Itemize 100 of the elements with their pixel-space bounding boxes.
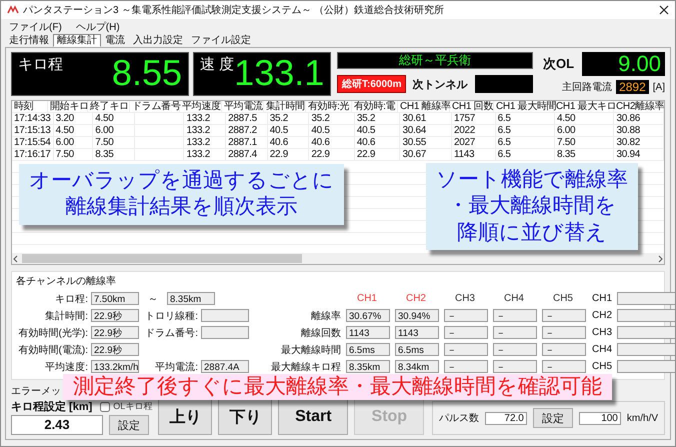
start-button[interactable]: Start bbox=[278, 399, 348, 435]
table-cell: 35.2 bbox=[268, 113, 310, 124]
table-cell: 1143 bbox=[452, 149, 496, 160]
table-cell: 30.64 bbox=[400, 125, 452, 136]
table-cell: 30.67 bbox=[400, 149, 452, 160]
channel-header: CH5 bbox=[552, 293, 574, 304]
kilo-display: キロ程 8.55 bbox=[11, 52, 189, 96]
callout-note: 測定終了後すぐに最大離線率・最大離線時間を確認可能 bbox=[63, 374, 612, 400]
table-cell: 6.5 bbox=[496, 137, 556, 148]
value-field: 8.35km bbox=[346, 360, 390, 373]
tunnel-alert: 総研T:6000m bbox=[337, 75, 406, 93]
channel-label: CH2 bbox=[592, 310, 614, 321]
close-icon[interactable] bbox=[659, 5, 669, 15]
value-field: － bbox=[444, 309, 488, 322]
table-cell: 6.5 bbox=[496, 149, 556, 160]
table-cell: 40.6 bbox=[309, 137, 355, 148]
horizontal-scrollbar[interactable] bbox=[12, 253, 664, 264]
table-cell: 35.2 bbox=[354, 113, 400, 124]
column-header[interactable]: 集計時間 bbox=[264, 101, 306, 112]
column-header[interactable]: CH1 回数 bbox=[450, 101, 494, 112]
table-cell: 30.94 bbox=[614, 149, 664, 160]
table-cell: 133.2 bbox=[184, 149, 226, 160]
table-cell: 133.2 bbox=[184, 113, 226, 124]
value-field: 1143 bbox=[395, 326, 439, 339]
range-separator: ～ bbox=[147, 292, 159, 306]
value-field: 6.5ms bbox=[346, 343, 390, 356]
field-label: ドラム番号: bbox=[144, 326, 198, 340]
value-field: 30.94% bbox=[395, 309, 439, 322]
menu-item[interactable]: ヘルプ(H) bbox=[76, 20, 120, 34]
table-cell: 30.82 bbox=[614, 137, 664, 148]
table-cell: 2887.1 bbox=[226, 137, 268, 148]
channel-header: CH1 bbox=[356, 293, 378, 304]
value-field: － bbox=[493, 309, 537, 322]
value-field: 7.50km bbox=[91, 292, 139, 305]
value-field bbox=[201, 309, 249, 322]
field-label: 平均電流: bbox=[154, 360, 198, 374]
table-cell: 8.35 bbox=[555, 149, 614, 160]
field-label: 有効時間(光学): bbox=[18, 326, 88, 340]
field-label: 集計時間: bbox=[44, 310, 88, 322]
speed-factor-field[interactable]: 100 bbox=[578, 412, 621, 424]
column-header[interactable]: CH1 最大時間 bbox=[494, 101, 554, 112]
table-cell: 6.00 bbox=[54, 137, 94, 148]
column-header[interactable]: 有効時:光 bbox=[306, 101, 352, 112]
table-cell: 6.00 bbox=[555, 125, 614, 136]
set-button[interactable]: 設定 bbox=[109, 415, 149, 435]
table-cell: 17:15:54 bbox=[12, 137, 54, 148]
metric-label: 最大離線キロ程 bbox=[270, 360, 341, 374]
channel-header: CH2 bbox=[404, 293, 427, 304]
table-cell: 40.5 bbox=[309, 125, 355, 136]
table-cell: 7.50 bbox=[54, 149, 94, 160]
table-cell: 7.50 bbox=[93, 137, 135, 148]
value-field: 2887.4A bbox=[201, 360, 249, 373]
value-field: － bbox=[444, 343, 488, 356]
column-header[interactable]: ドラム番号 bbox=[130, 101, 180, 112]
table-cell: 22.9 bbox=[268, 149, 310, 160]
table-cell: 133.2 bbox=[184, 137, 226, 148]
channel-header: CH3 bbox=[454, 293, 476, 304]
table-cell: 30.88 bbox=[614, 125, 664, 136]
value-field: － bbox=[493, 326, 537, 339]
metric-label: 離線回数 bbox=[300, 326, 341, 340]
value-field: － bbox=[542, 343, 586, 356]
table-cell: 4.50 bbox=[54, 125, 94, 136]
next-ol-label: 次OL bbox=[543, 55, 574, 73]
value-field: 30.67% bbox=[346, 309, 390, 322]
direction-button[interactable]: 下り bbox=[218, 399, 272, 435]
pulse-label: パルス数 bbox=[438, 412, 479, 425]
value-field: 1143 bbox=[346, 326, 390, 339]
column-header[interactable]: 開始キロ bbox=[48, 101, 88, 112]
value-field: 8.35km bbox=[167, 292, 215, 305]
channel-label: CH3 bbox=[592, 327, 614, 338]
value-field: － bbox=[444, 326, 488, 339]
value-field: 22.9秒 bbox=[91, 309, 139, 322]
pulse-input-field[interactable]: 72.0 bbox=[484, 412, 527, 424]
field-label: トロリ線種: bbox=[144, 310, 198, 322]
table-cell: 35.2 bbox=[309, 113, 355, 124]
value-field: － bbox=[444, 360, 488, 373]
menu-item[interactable]: ファイル(F) bbox=[9, 20, 62, 34]
table-cell: 40.5 bbox=[354, 125, 400, 136]
column-header[interactable]: 有効時:電 bbox=[352, 101, 398, 112]
table-cell: 2887.4 bbox=[226, 149, 268, 160]
table-cell: 4.50 bbox=[555, 113, 614, 124]
table-cell: 133.2 bbox=[184, 125, 226, 136]
kilo-input-field[interactable]: 2.43 bbox=[11, 415, 103, 435]
table-cell: 17:16:17 bbox=[12, 149, 54, 160]
callout-note: オーバラップを通過するごとに 離線集計結果を順次表示 bbox=[19, 164, 344, 224]
field-label: 平均速度: bbox=[44, 360, 88, 374]
value-field: 6.5ms bbox=[395, 343, 439, 356]
callout-note: ソート機能で離線率 ・最大離線時間を 降順に並び替え bbox=[426, 163, 638, 250]
unit-label: km/h/V bbox=[626, 412, 658, 424]
next-tunnel-label: 次トンネル bbox=[412, 78, 468, 92]
table-cell: 17:15:13 bbox=[12, 125, 54, 136]
set-button[interactable]: 設定 bbox=[532, 408, 573, 428]
metric-label: 離線率 bbox=[310, 310, 341, 322]
checkbox[interactable] bbox=[100, 402, 110, 412]
value-field: 22.9秒 bbox=[91, 326, 139, 339]
kilo-setting-label: キロ程設定 [km] bbox=[11, 400, 92, 414]
column-header[interactable]: 終了キロ bbox=[88, 101, 130, 112]
tab[interactable]: 離線集計 bbox=[53, 34, 101, 47]
direction-button[interactable]: 上り bbox=[158, 399, 212, 435]
unit-label: [A] bbox=[652, 82, 665, 92]
